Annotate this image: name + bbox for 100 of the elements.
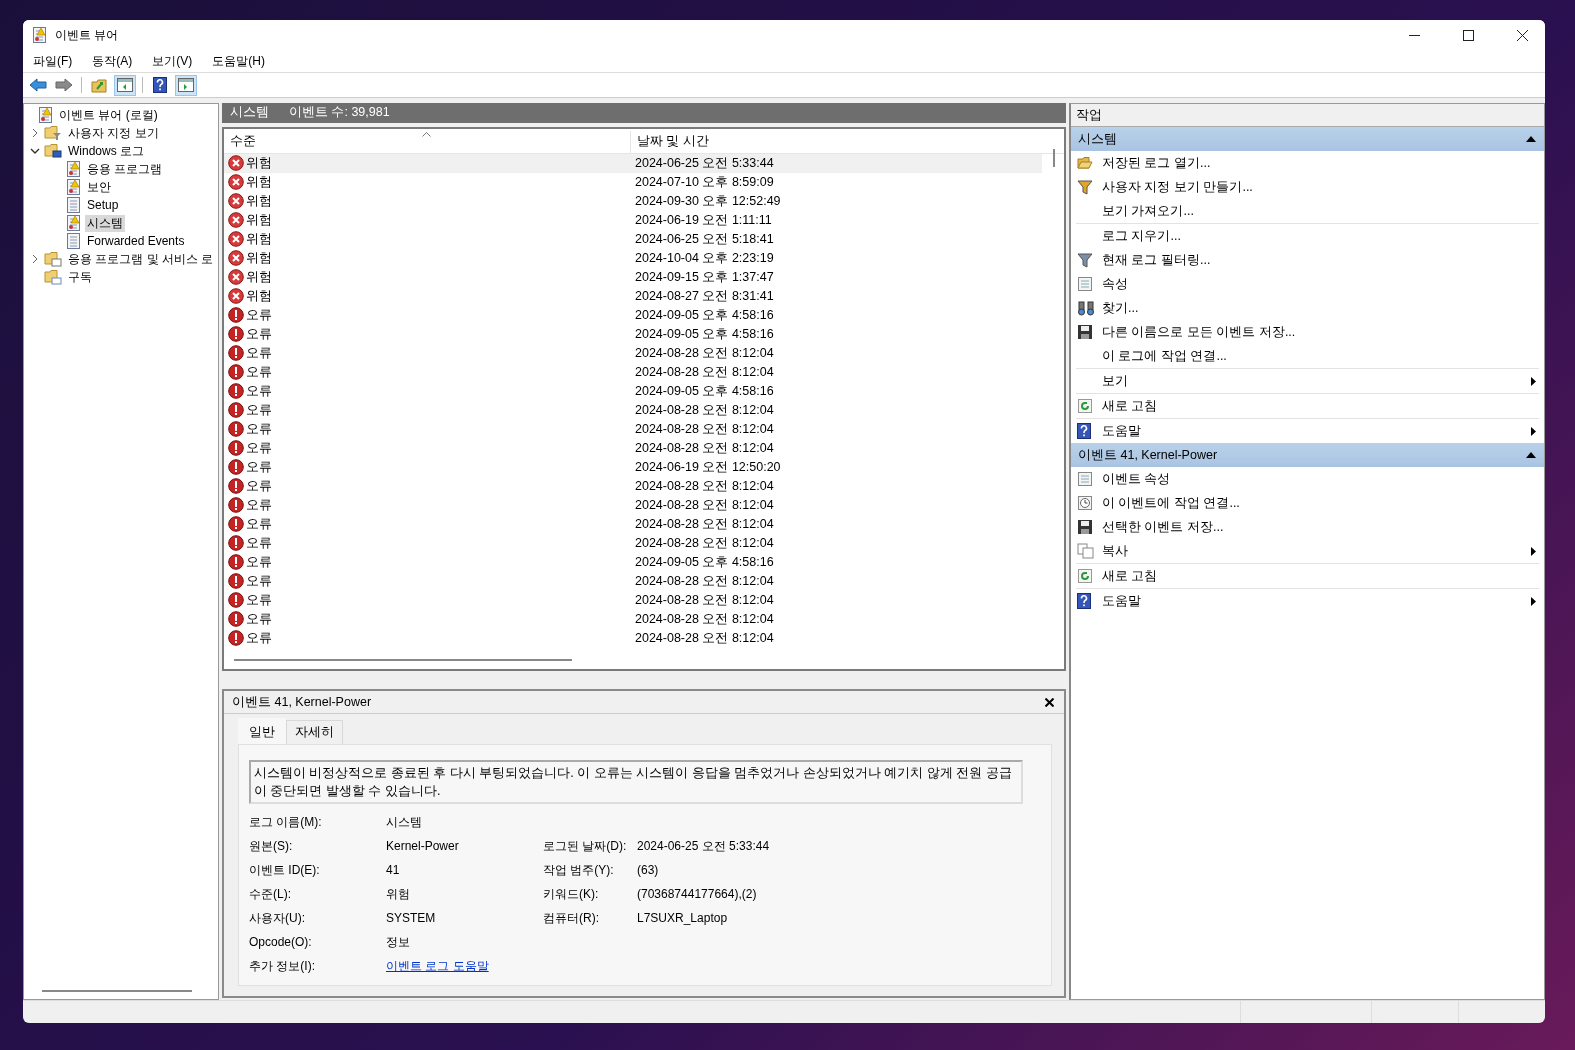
event-row[interactable]: 오류 2024-08-28 오전 8:12:04 <box>224 571 1042 591</box>
error-icon <box>228 421 244 438</box>
action-item[interactable]: 새로 고침 <box>1102 567 1536 585</box>
help-link[interactable]: 이벤트 로그 도움말 <box>386 959 489 973</box>
action-item[interactable]: 보기 가져오기... <box>1102 202 1536 220</box>
critical-error-icon <box>228 269 244 286</box>
event-row[interactable]: 위험 2024-06-19 오전 1:11:11 <box>224 210 1042 230</box>
column-header[interactable]: 수준 <box>224 130 631 153</box>
event-row[interactable]: 오류 2024-09-05 오후 4:58:16 <box>224 552 1042 572</box>
tree-item[interactable]: Windows 로그 <box>66 142 146 160</box>
event-row[interactable]: 위험 2024-06-25 오전 5:18:41 <box>224 229 1042 249</box>
menu-item[interactable]: 파일(F) <box>33 52 73 70</box>
action-item[interactable]: 이 로그에 작업 연결... <box>1102 347 1536 365</box>
field-value: (70368744177664),(2) <box>637 886 758 903</box>
table-cell: 위험 <box>246 192 272 210</box>
tab[interactable]: 일반 <box>238 718 286 744</box>
event-row[interactable]: 위험 2024-10-04 오후 2:23:19 <box>224 248 1042 268</box>
clock-icon <box>1077 495 1093 511</box>
table-cell: 오류 <box>246 591 272 609</box>
action-item[interactable]: 다른 이름으로 모든 이벤트 저장... <box>1102 323 1536 341</box>
event-row[interactable]: 오류 2024-08-28 오전 8:12:04 <box>224 419 1042 439</box>
event-row[interactable]: 오류 2024-08-28 오전 8:12:04 <box>224 438 1042 458</box>
event-row[interactable]: 오류 2024-08-28 오전 8:12:04 <box>224 476 1042 496</box>
action-item[interactable]: 이 이벤트에 작업 연결... <box>1102 494 1536 512</box>
event-row[interactable]: 위험 2024-09-15 오후 1:37:47 <box>224 267 1042 287</box>
table-cell: 2024-09-30 오후 12:52:49 <box>635 192 781 210</box>
table-cell: 2024-09-05 오후 4:58:16 <box>635 553 774 571</box>
field-label: 원본(S): <box>249 838 294 855</box>
field-label: 수준(L): <box>249 886 292 903</box>
event-row[interactable]: 오류 2024-09-05 오후 4:58:16 <box>224 381 1042 401</box>
tree-item[interactable]: 사용자 지정 보기 <box>66 124 161 142</box>
action-item[interactable]: 저장된 로그 열기... <box>1102 154 1536 172</box>
tree-item[interactable]: 시스템 <box>85 214 125 232</box>
tree-item[interactable]: 보안 <box>85 178 113 196</box>
table-cell: 오류 <box>246 325 272 343</box>
event-row[interactable]: 오류 2024-08-28 오전 8:12:04 <box>224 609 1042 629</box>
action-item[interactable]: 선택한 이벤트 저장... <box>1102 518 1536 536</box>
action-item[interactable]: 도움말 <box>1102 592 1531 610</box>
action-item[interactable]: 복사 <box>1102 542 1531 560</box>
menu-item[interactable]: 보기(V) <box>152 52 193 70</box>
table-cell: 오류 <box>246 629 272 647</box>
event-row[interactable]: 위험 2024-07-10 오후 8:59:09 <box>224 172 1042 192</box>
toolbar-button[interactable] <box>114 74 136 96</box>
chevron-right-icon[interactable] <box>30 128 40 138</box>
field-label: 사용자(U): <box>249 910 306 927</box>
event-row[interactable]: 오류 2024-08-28 오전 8:12:04 <box>224 400 1042 420</box>
tree-item[interactable]: 구독 <box>66 268 94 286</box>
section-header[interactable]: 시스템 <box>1071 127 1544 151</box>
action-item[interactable]: 속성 <box>1102 275 1536 293</box>
event-row[interactable]: 위험 2024-08-27 오전 8:31:41 <box>224 286 1042 306</box>
event-row[interactable]: 위험 2024-09-30 오후 12:52:49 <box>224 191 1042 211</box>
event-row[interactable]: 오류 2024-08-28 오전 8:12:04 <box>224 533 1042 553</box>
tree-item[interactable]: 응용 프로그램 및 서비스 로 <box>66 250 216 268</box>
action-item[interactable]: 현재 로그 필터링... <box>1102 251 1536 269</box>
chevron-right-icon[interactable] <box>30 254 40 264</box>
tree-item[interactable]: Forwarded Events <box>85 234 187 248</box>
filter-icon <box>1077 252 1093 268</box>
table-cell: 2024-08-28 오전 8:12:04 <box>635 496 774 514</box>
action-item[interactable]: 보기 <box>1102 372 1531 390</box>
action-item[interactable]: 도움말 <box>1102 422 1531 440</box>
close-button[interactable] <box>1045 697 1054 707</box>
event-row[interactable]: 오류 2024-06-19 오전 12:50:20 <box>224 457 1042 477</box>
log-warning-icon <box>66 179 81 195</box>
action-item[interactable]: 사용자 지정 보기 만들기... <box>1102 178 1536 196</box>
toolbar-button[interactable] <box>175 74 197 96</box>
action-item[interactable]: 새로 고침 <box>1102 397 1536 415</box>
event-row[interactable]: 오류 2024-08-28 오전 8:12:04 <box>224 514 1042 534</box>
table-cell: 2024-08-28 오전 8:12:04 <box>635 477 774 495</box>
folder-icon <box>44 125 62 141</box>
collapse-arrow-icon <box>1526 136 1536 142</box>
action-item[interactable]: 로그 지우기... <box>1102 227 1536 245</box>
event-row[interactable]: 오류 2024-08-28 오전 8:12:04 <box>224 343 1042 363</box>
event-row[interactable]: 오류 2024-08-28 오전 8:12:04 <box>224 628 1042 648</box>
event-row[interactable]: 오류 2024-09-05 오후 4:58:16 <box>224 305 1042 325</box>
field-label: 이벤트 ID(E): <box>249 862 321 879</box>
tab[interactable]: 자세히 <box>286 720 343 744</box>
event-row[interactable]: 오류 2024-08-28 오전 8:12:04 <box>224 362 1042 382</box>
table-cell: 위험 <box>246 154 272 172</box>
event-row[interactable]: 오류 2024-09-05 오후 4:58:16 <box>224 324 1042 344</box>
folder-icon <box>44 269 62 285</box>
detail-title: 이벤트 41, Kernel-Power <box>232 693 372 711</box>
error-icon <box>228 345 244 362</box>
description-box: 시스템이 비정상적으로 종료된 후 다시 부팅되었습니다. 이 오류는 시스템이 응답을 멈추었거나 손상되었거나 예기치 않게 전원 공급이 중단되면 발생할 수 있습니다. <box>249 760 1023 804</box>
tree-item[interactable]: 응용 프로그램 <box>85 160 165 178</box>
close-icon <box>1045 697 1054 707</box>
tree-item[interactable]: Setup <box>85 198 121 212</box>
action-item[interactable]: 이벤트 속성 <box>1102 470 1536 488</box>
event-row[interactable]: 오류 2024-08-28 오전 8:12:04 <box>224 590 1042 610</box>
chevron-down-icon[interactable] <box>30 147 40 155</box>
table-cell: 오류 <box>246 572 272 590</box>
tree-item[interactable]: 이벤트 뷰어 (로컬) <box>57 106 160 124</box>
menu-item[interactable]: 동작(A) <box>92 52 133 70</box>
menu-item[interactable]: 도움말(H) <box>212 52 265 70</box>
table-cell: 2024-08-28 오전 8:12:04 <box>635 629 774 647</box>
action-item[interactable]: 찾기... <box>1102 299 1536 317</box>
section-header[interactable]: 이벤트 41, Kernel-Power <box>1071 443 1544 467</box>
event-row[interactable]: 오류 2024-08-28 오전 8:12:04 <box>224 495 1042 515</box>
column-header[interactable]: 날짜 및 시간 <box>631 130 709 153</box>
error-icon <box>228 402 244 419</box>
field-value: L7SUXR_Laptop <box>637 910 729 927</box>
